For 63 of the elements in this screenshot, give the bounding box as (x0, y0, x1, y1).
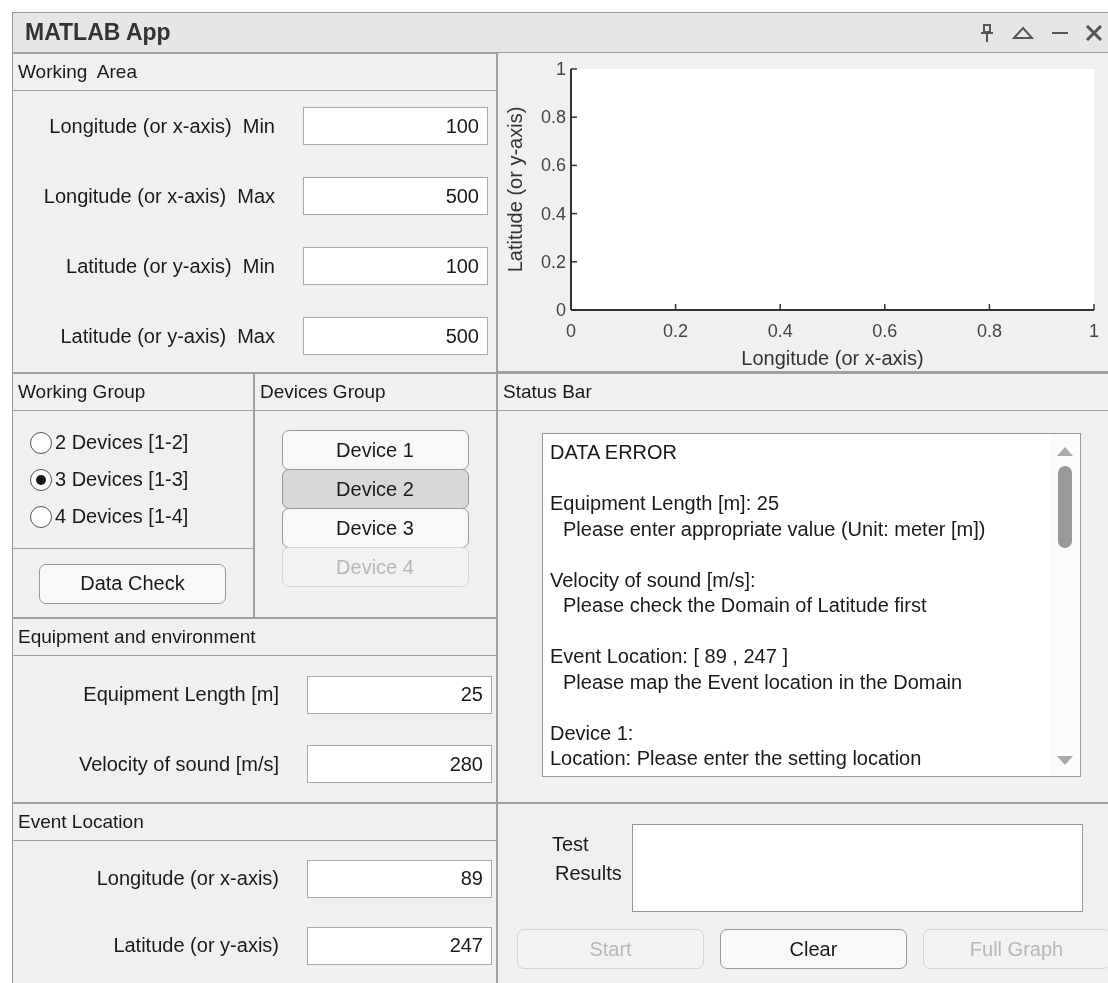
field-label: Equipment Length [m] (83, 683, 279, 707)
tick-label: 1 (1089, 321, 1099, 341)
number-field[interactable]: 280 (307, 745, 492, 784)
radio-option[interactable]: 2 Devices [1-2] (30, 431, 253, 454)
field-label: Latitude (or y-axis) Min (66, 254, 275, 278)
number-field[interactable]: 500 (303, 177, 488, 215)
number-field[interactable]: 25 (307, 675, 492, 714)
status-line: Location: Please enter the setting location (550, 746, 923, 771)
panel-header: Event Location (13, 804, 496, 841)
panel-header: Equipment and environment (13, 619, 496, 656)
axis-label: Longitude (or x-axis) (741, 347, 924, 369)
device-button[interactable]: Device 1 (281, 430, 469, 470)
device-button[interactable]: Device 2 (281, 469, 469, 509)
axis-label: Latitude (or y-axis) (504, 106, 526, 273)
field-label: Longitude (or x-axis) Min (49, 114, 275, 138)
collapse-icon[interactable] (1012, 25, 1034, 40)
data-check-button[interactable]: Data Check (39, 563, 226, 604)
status-line: Event Location: [ 89 , 247 ] (550, 644, 789, 669)
status-line: DATA ERROR (550, 440, 679, 465)
pin-icon[interactable] (980, 22, 994, 43)
tick-label: 1 (556, 59, 566, 79)
field-label: Latitude (or y-axis) (113, 934, 279, 957)
tick-label: 0.8 (976, 321, 1002, 341)
panel-header: Working Area (13, 54, 496, 91)
field-label: Longitude (or x-axis) Max (43, 184, 275, 208)
close-icon[interactable] (1086, 24, 1102, 41)
field-label: Test (552, 832, 590, 857)
tick-label: 0 (556, 300, 566, 320)
panel-header: Working Group (13, 374, 253, 411)
tick-label: 0.6 (540, 155, 566, 176)
field-label: Results (554, 861, 622, 886)
window-title: MATLAB App (25, 19, 171, 46)
tick-label: 0.6 (872, 321, 898, 341)
action-button[interactable]: Clear (720, 929, 907, 969)
number-field[interactable]: 100 (303, 107, 488, 145)
status-text-area[interactable] (542, 433, 1081, 777)
status-line: Please enter appropriate value (Unit: meter [m]) (562, 516, 987, 542)
tick-label: 0.8 (540, 107, 566, 128)
number-field[interactable]: 500 (303, 317, 488, 355)
scrollbar-thumb[interactable] (1058, 466, 1072, 548)
field-label: Velocity of sound [m/s] (78, 752, 279, 776)
tick-label: 0 (566, 321, 576, 341)
status-line: Equipment Length [m]: 25 (550, 491, 781, 516)
number-field[interactable]: 100 (303, 247, 488, 285)
field-label: Longitude (or x-axis) (96, 867, 279, 890)
number-field[interactable]: 247 (307, 926, 492, 965)
panel-header: Status Bar (497, 374, 1108, 411)
radio-option[interactable]: 4 Devices [1-4] (30, 505, 253, 528)
device-button[interactable]: Device 3 (281, 508, 469, 548)
minimize-icon[interactable] (1052, 30, 1068, 35)
tick-label: 0.2 (540, 251, 566, 272)
tick-label: 0.4 (540, 203, 566, 224)
status-line: Velocity of sound [m/s]: (550, 567, 757, 593)
number-field[interactable]: 89 (307, 859, 492, 898)
radio-option[interactable]: 3 Devices [1-3] (30, 468, 253, 491)
tick-label: 0.4 (767, 321, 793, 341)
tick-label: 0.2 (663, 321, 689, 341)
field-label: Latitude (or y-axis) Max (60, 324, 275, 348)
status-line: Please check the Domain of Latitude first (562, 593, 928, 618)
results-field[interactable] (631, 824, 1083, 912)
status-line: Please map the Event location in the Domain (562, 669, 964, 695)
panel-header: Devices Group (254, 374, 496, 411)
status-line: Device 1: (550, 720, 635, 746)
